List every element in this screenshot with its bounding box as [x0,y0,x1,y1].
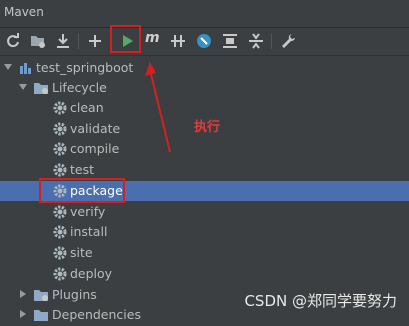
annotation-label: 执行 [194,120,221,135]
annotation-arrow-icon [145,62,171,153]
watermark: CSDN @郑同学要努力 [244,292,397,310]
